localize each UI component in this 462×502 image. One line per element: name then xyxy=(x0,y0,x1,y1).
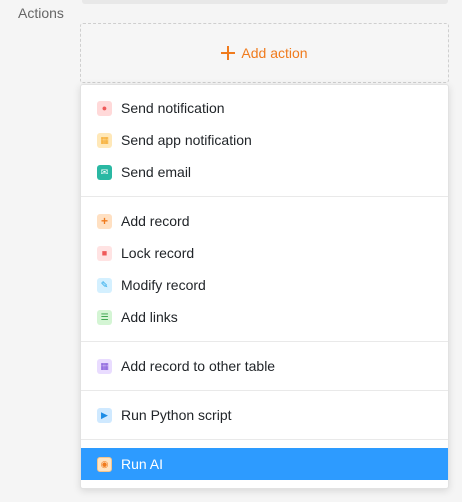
menu-item-label: Send app notification xyxy=(121,132,252,148)
menu-divider xyxy=(81,196,448,197)
menu-item-label: Add record to other table xyxy=(121,358,276,374)
menu-item-add-record[interactable]: + Add record xyxy=(81,205,448,237)
plus-icon xyxy=(221,46,236,60)
menu-item-run-ai[interactable]: ◉ Run AI xyxy=(81,448,448,480)
add-action-label: Add action xyxy=(241,45,308,61)
menu-item-label: Add links xyxy=(121,309,178,325)
actions-section-label: Actions xyxy=(18,5,64,21)
menu-item-label: Run AI xyxy=(121,456,164,472)
menu-item-add-links[interactable]: ☰ Add links xyxy=(81,301,448,333)
action-type-dropdown: ● Send notification ▦ Send app notificat… xyxy=(80,84,449,489)
menu-item-run-python-script[interactable]: ▶ Run Python script xyxy=(81,399,448,431)
menu-divider xyxy=(81,390,448,391)
menu-item-label: Lock record xyxy=(121,245,195,261)
ai-icon: ◉ xyxy=(97,456,112,472)
links-list-icon: ☰ xyxy=(97,309,112,325)
envelope-icon: ✉ xyxy=(97,164,112,180)
menu-item-lock-record[interactable]: ■ Lock record xyxy=(81,237,448,269)
play-circle-icon: ▶ xyxy=(97,407,112,423)
menu-item-send-email[interactable]: ✉ Send email xyxy=(81,156,448,188)
menu-item-label: Run Python script xyxy=(121,407,232,423)
menu-item-label: Add record xyxy=(121,213,190,229)
menu-divider xyxy=(81,341,448,342)
menu-item-send-notification[interactable]: ● Send notification xyxy=(81,92,448,124)
table-add-icon: ▦ xyxy=(97,358,112,374)
menu-divider xyxy=(81,439,448,440)
plus-icon: + xyxy=(97,213,112,229)
pencil-icon: ✎ xyxy=(97,277,112,293)
bell-icon: ● xyxy=(97,100,112,116)
menu-item-label: Send email xyxy=(121,164,192,180)
previous-card-edge xyxy=(82,0,448,4)
menu-item-label: Send notification xyxy=(121,100,225,116)
add-action-button[interactable]: Add action xyxy=(80,23,449,83)
menu-item-send-app-notification[interactable]: ▦ Send app notification xyxy=(81,124,448,156)
menu-item-modify-record[interactable]: ✎ Modify record xyxy=(81,269,448,301)
lock-icon: ■ xyxy=(97,245,112,261)
app-grid-icon: ▦ xyxy=(97,132,112,148)
menu-item-label: Modify record xyxy=(121,277,206,293)
menu-item-add-record-to-other-table[interactable]: ▦ Add record to other table xyxy=(81,350,448,382)
